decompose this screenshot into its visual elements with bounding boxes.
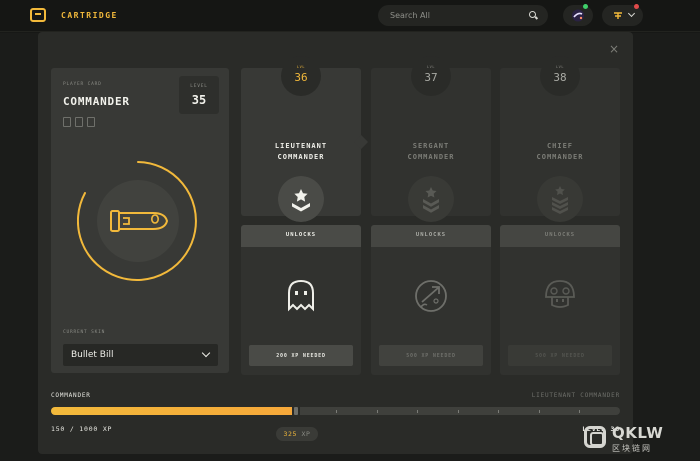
rank-title: SERGANT COMMANDER <box>407 142 455 161</box>
star-chevron-insignia-icon <box>278 176 324 222</box>
xp-needed-button[interactable]: 500 XP NEEDED <box>508 345 612 366</box>
progress-tick <box>498 410 499 413</box>
progress-tick <box>377 410 378 413</box>
unlock-card-ghost: UNLOCKS 200 XP NEEDED <box>241 225 361 375</box>
unlocks-header: UNLOCKS <box>500 225 620 247</box>
rank-title: LIEUTENANT COMMANDER <box>274 142 328 161</box>
player-rank: COMMANDER <box>63 95 130 108</box>
mushroom-icon <box>545 280 575 308</box>
rank-level-number: 37 <box>424 71 438 84</box>
progress-tick <box>458 410 459 413</box>
rank-level-label: LVL <box>555 65 565 69</box>
xp-progress-bar <box>51 403 620 419</box>
rank-insignia <box>63 117 95 127</box>
unlocks-header: UNLOCKS <box>241 225 361 247</box>
watermark-logo-icon <box>584 426 606 448</box>
rocket-globe-icon <box>415 280 447 312</box>
online-status-dot <box>583 4 588 9</box>
rank-level-label: LVL <box>426 65 436 69</box>
watermark-subtext: 区块链网 <box>612 444 652 453</box>
controller-avatar-icon <box>614 12 622 19</box>
rank-level-badge: LVL 36 <box>281 56 321 96</box>
ghost-icon <box>288 279 314 312</box>
current-rank-label: COMMANDER <box>51 392 91 399</box>
skin-select-value: Bullet Bill <box>71 350 114 360</box>
star-double-chevron-insignia-icon <box>408 176 454 222</box>
notification-dot <box>634 4 639 9</box>
level-value: 35 <box>191 93 207 107</box>
search-icon[interactable] <box>529 11 536 18</box>
search-input[interactable] <box>390 9 520 22</box>
starknet-icon <box>572 9 584 22</box>
level-box: LEVEL 35 <box>179 76 219 114</box>
top-bar: CARTRIDGE <box>0 0 700 32</box>
brand-name: CARTRIDGE <box>61 11 118 20</box>
xp-chip-value: 325 <box>283 430 297 438</box>
rank-card-chief-commander[interactable]: LVL 38 CHIEF COMMANDER <box>500 56 620 222</box>
xp-needed-button[interactable]: 200 XP NEEDED <box>249 345 353 366</box>
progress-tick <box>417 410 418 413</box>
rank-level-number: 36 <box>294 71 308 84</box>
site-watermark: QKLW 区块链网 <box>584 424 694 458</box>
rank-progress-modal: × PLAYER CARD COMMANDER LEVEL 35 CURRENT… <box>38 32 633 454</box>
close-icon[interactable]: × <box>609 42 619 56</box>
xp-chip-unit: XP <box>301 430 311 438</box>
rank-title: CHIEF COMMANDER <box>536 142 584 161</box>
xp-total: 150 / 1000 XP <box>51 425 113 433</box>
chevron-insignia-icon <box>63 117 71 127</box>
progress-tick <box>579 410 580 413</box>
cartridge-logo-icon[interactable] <box>30 8 46 22</box>
rank-level-number: 38 <box>553 71 567 84</box>
current-skin-label: CURRENT SKIN <box>63 330 106 335</box>
progress-tick <box>336 410 337 413</box>
xp-needed-button[interactable]: 500 XP NEEDED <box>379 345 483 366</box>
xp-value-chip: 325 XP <box>276 427 318 441</box>
skin-select[interactable]: Bullet Bill <box>63 344 218 366</box>
player-card-kicker: PLAYER CARD <box>63 82 102 87</box>
search-bar[interactable] <box>378 5 548 26</box>
chevron-down-icon <box>201 348 211 358</box>
unlock-card-rocket: UNLOCKS 500 XP NEEDED <box>371 225 491 375</box>
unlocks-header: UNLOCKS <box>371 225 491 247</box>
xp-progress-fill <box>51 407 296 415</box>
skin-preview <box>77 161 197 281</box>
next-rank-label: LIEUTENANT COMMANDER <box>531 392 620 399</box>
progress-handle[interactable] <box>292 403 300 419</box>
chevron-insignia-icon <box>87 117 95 127</box>
chevron-insignia-icon <box>75 117 83 127</box>
watermark-text: QKLW <box>612 424 664 442</box>
rank-card-sergant-commander[interactable]: LVL 37 SERGANT COMMANDER <box>371 56 491 222</box>
player-card: PLAYER CARD COMMANDER LEVEL 35 CURRENT S… <box>51 68 229 373</box>
starknet-button[interactable] <box>563 5 593 26</box>
rank-level-badge: LVL 37 <box>411 56 451 96</box>
rank-level-badge: LVL 38 <box>540 56 580 96</box>
rank-card-lieutenant-commander[interactable]: LVL 36 LIEUTENANT COMMANDER <box>241 56 369 222</box>
rank-level-label: LVL <box>296 65 306 69</box>
progress-tick <box>539 410 540 413</box>
level-label: LEVEL <box>190 84 208 89</box>
star-triple-chevron-insignia-icon <box>537 176 583 222</box>
unlock-card-mushroom: UNLOCKS 500 XP NEEDED <box>500 225 620 375</box>
chevron-down-icon <box>627 9 636 18</box>
